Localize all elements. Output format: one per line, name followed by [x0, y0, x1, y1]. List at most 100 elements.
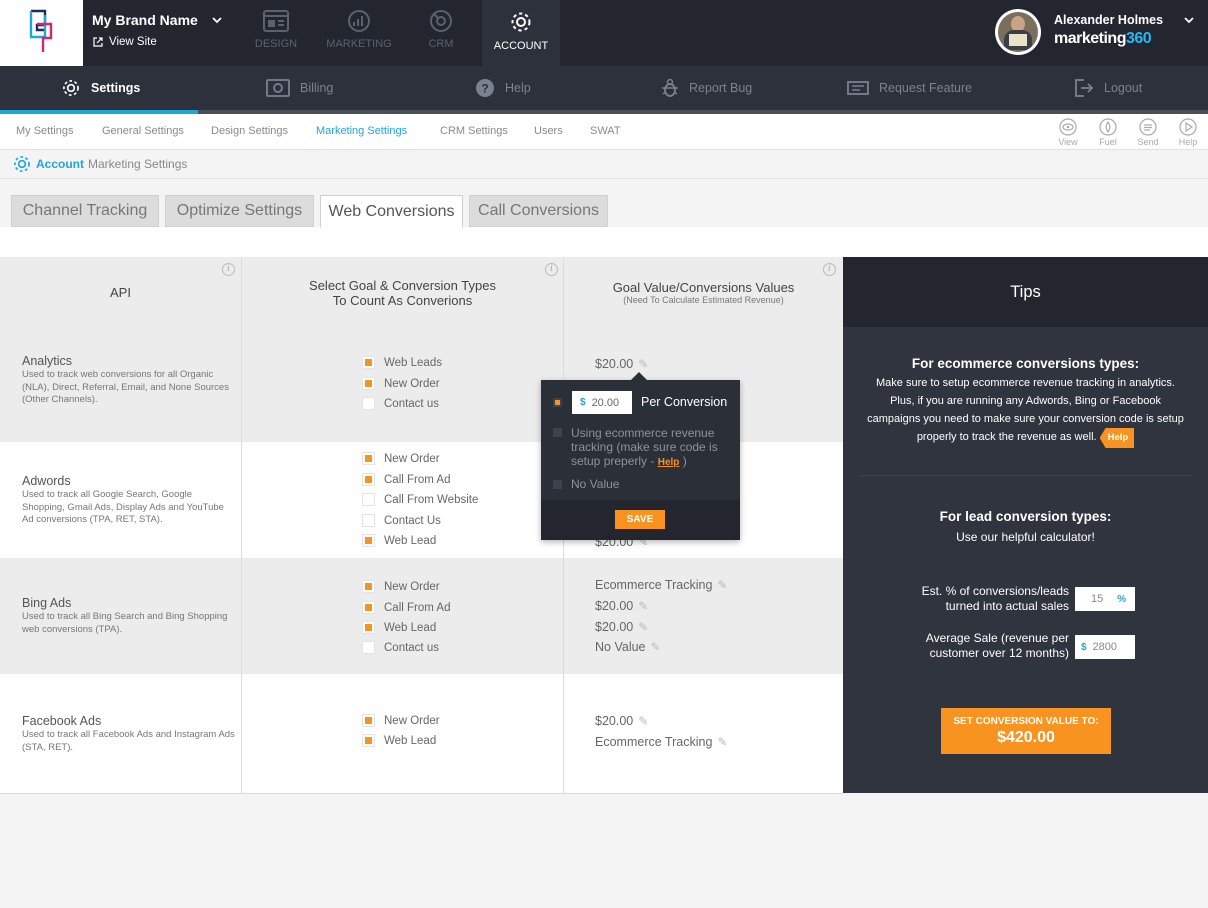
no-value-radio[interactable] [553, 480, 562, 489]
secnav-billing[interactable]: Billing [266, 66, 333, 110]
help-tag[interactable]: Help [1099, 428, 1135, 448]
checkbox[interactable] [362, 621, 375, 634]
goal-value[interactable]: No Value ✎ [595, 640, 661, 654]
checkbox[interactable] [362, 493, 375, 506]
per-conversion-radio[interactable] [553, 398, 562, 407]
per-conversion-amount-input[interactable]: $ 20.00 [572, 391, 632, 414]
goal-value[interactable]: $20.00 ✎ [595, 620, 648, 634]
subnav-general-settings[interactable]: General Settings [102, 125, 184, 137]
gear-icon [63, 80, 79, 96]
goal-value[interactable]: Ecommerce Tracking ✎ [595, 735, 727, 749]
tool-send-label: Send [1137, 137, 1159, 147]
info-icon[interactable]: i [222, 263, 235, 276]
tab-web-conversions[interactable]: Web Conversions [320, 195, 463, 228]
tab-optimize-settings[interactable]: Optimize Settings [165, 195, 314, 227]
help-link[interactable]: Help [658, 457, 680, 468]
goal-checkbox[interactable]: Contact Us [362, 514, 441, 527]
conversion-pct-label: Est. % of conversions/leads turned into … [921, 584, 1069, 613]
checkbox[interactable] [362, 734, 375, 747]
pencil-icon[interactable]: ✎ [638, 714, 648, 728]
chevron-down-icon[interactable] [1183, 14, 1195, 26]
goal-value[interactable]: Ecommerce Tracking ✎ [595, 578, 727, 592]
goal-checkbox[interactable]: Web Lead [362, 621, 436, 634]
goal-checkbox[interactable]: Web Leads [362, 356, 442, 369]
checkbox[interactable] [362, 356, 375, 369]
pencil-icon[interactable]: ✎ [638, 620, 648, 634]
api-title: Bing Ads [22, 596, 72, 610]
average-sale-input[interactable]: $ 2800 [1075, 635, 1135, 659]
subnav-design-settings[interactable]: Design Settings [211, 125, 288, 137]
pencil-icon[interactable]: ✎ [638, 599, 648, 613]
tab-channel-tracking[interactable]: Channel Tracking [11, 195, 159, 227]
settings-subnav: My Settings General Settings Design Sett… [0, 114, 1208, 150]
secnav-help[interactable]: ? Help [475, 66, 531, 110]
checkbox[interactable] [362, 452, 375, 465]
tab-call-conversions[interactable]: Call Conversions [469, 195, 608, 227]
percent-suffix: % [1117, 593, 1127, 605]
view-site-link[interactable]: View Site [92, 36, 157, 48]
goal-checkbox[interactable]: Contact us [362, 397, 439, 410]
goal-value[interactable]: $20.00 ✎ [595, 357, 648, 371]
goal-checkbox[interactable]: Call From Website [362, 493, 478, 506]
save-button[interactable]: SAVE [615, 510, 665, 529]
goal-checkbox[interactable]: Web Lead [362, 734, 436, 747]
api-description: Used to track web conversions for all Or… [22, 369, 229, 405]
nav-crm[interactable]: CRM [402, 0, 480, 66]
goal-checkbox[interactable]: New Order [362, 377, 440, 390]
avatar[interactable] [995, 9, 1041, 55]
checkbox[interactable] [362, 514, 375, 527]
tool-send[interactable]: Send [1133, 118, 1163, 147]
pencil-icon[interactable]: ✎ [717, 578, 727, 592]
design-icon [263, 10, 289, 32]
info-icon[interactable]: i [545, 263, 558, 276]
goal-value[interactable]: $20.00 ✎ [595, 599, 648, 613]
info-icon[interactable]: i [823, 263, 836, 276]
checkbox[interactable] [362, 601, 375, 614]
goal-checkbox[interactable]: New Order [362, 580, 440, 593]
checkbox[interactable] [362, 641, 375, 654]
pencil-icon[interactable]: ✎ [717, 735, 727, 749]
app-logo[interactable] [0, 0, 83, 66]
brand-name[interactable]: My Brand Name [92, 12, 198, 28]
goal-checkbox[interactable]: Call From Ad [362, 601, 450, 614]
checkbox[interactable] [362, 714, 375, 727]
goal-label: Contact us [384, 397, 439, 410]
secnav-settings[interactable]: Settings [61, 66, 140, 110]
secnav-logout[interactable]: Logout [1074, 66, 1142, 110]
secnav-settings-label: Settings [91, 81, 141, 95]
checkbox[interactable] [362, 397, 375, 410]
subnav-marketing-settings[interactable]: Marketing Settings [316, 125, 407, 137]
goal-value[interactable]: $20.00 ✎ [595, 714, 648, 728]
nav-account[interactable]: ACCOUNT [482, 0, 560, 66]
goal-checkbox[interactable]: Call From Ad [362, 473, 450, 486]
checkbox[interactable] [362, 473, 375, 486]
goal-value-popover: $ 20.00 Per Conversion Using ecommerce r… [541, 372, 740, 540]
checkbox[interactable] [362, 580, 375, 593]
pencil-icon[interactable]: ✎ [651, 640, 661, 654]
breadcrumb-section[interactable]: Account [36, 157, 84, 171]
chevron-down-icon[interactable] [211, 14, 223, 26]
conversion-pct-input[interactable]: 15 % [1075, 587, 1135, 611]
tool-help[interactable]: Help [1173, 118, 1203, 147]
subnav-my-settings[interactable]: My Settings [16, 125, 73, 137]
set-conversion-value-button[interactable]: SET CONVERSION VALUE TO: $420.00 [941, 708, 1111, 754]
tool-fuel[interactable]: Fuel [1093, 118, 1123, 147]
secnav-report-bug[interactable]: Report Bug [661, 66, 752, 110]
nav-marketing[interactable]: MARKETING [320, 0, 398, 66]
checkbox[interactable] [362, 377, 375, 390]
checkbox[interactable] [362, 534, 375, 547]
goal-checkbox[interactable]: Web Lead [362, 534, 436, 547]
goal-checkbox[interactable]: New Order [362, 452, 440, 465]
subnav-users[interactable]: Users [534, 125, 563, 137]
goal-checkbox[interactable]: Contact us [362, 641, 439, 654]
goal-checkbox[interactable]: New Order [362, 714, 440, 727]
user-name[interactable]: Alexander Holmes [1054, 13, 1163, 27]
subnav-crm-settings[interactable]: CRM Settings [440, 125, 508, 137]
subnav-swat[interactable]: SWAT [590, 125, 621, 137]
tool-view[interactable]: View [1053, 118, 1083, 147]
ecommerce-tracking-radio[interactable] [553, 428, 562, 437]
secnav-request-feature[interactable]: Request Feature [847, 66, 972, 110]
gear-icon [511, 12, 531, 32]
pencil-icon[interactable]: ✎ [638, 357, 648, 371]
nav-design[interactable]: DESIGN [237, 0, 315, 66]
